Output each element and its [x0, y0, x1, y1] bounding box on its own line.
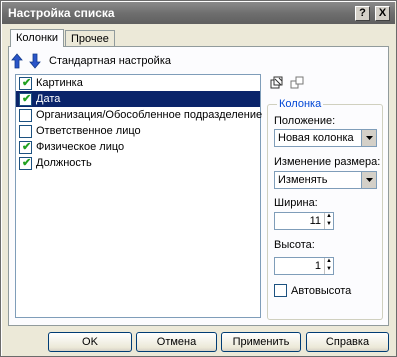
title-bar: Настройка списка ? X: [2, 2, 395, 24]
checkbox[interactable]: ✔: [19, 140, 32, 154]
list-item[interactable]: ✔ Физическое лицо: [16, 139, 260, 155]
list-item[interactable]: Организация/Обособленное подразделение: [16, 107, 263, 123]
position-select[interactable]: Новая колонка: [274, 129, 377, 147]
group-columns-icon[interactable]: [270, 76, 284, 90]
autoheight-option[interactable]: Автовысота: [274, 284, 351, 297]
height-value: 1: [314, 260, 321, 272]
list-item-label: Организация/Обособленное подразделение: [36, 109, 263, 121]
apply-button[interactable]: Применить: [221, 332, 301, 352]
list-item-label: Дата: [36, 93, 61, 105]
help-title-button[interactable]: ?: [355, 5, 370, 21]
height-stepper[interactable]: 1 ▲ ▼: [274, 257, 334, 275]
spin-arrows[interactable]: ▲ ▼: [324, 258, 333, 274]
check-mark-icon: ✔: [22, 140, 32, 153]
tab-strip: Колонки Прочее: [10, 29, 116, 47]
autoheight-checkbox[interactable]: [274, 284, 287, 297]
help-button[interactable]: Справка: [306, 332, 389, 352]
list-item-label: Ответственное лицо: [36, 125, 141, 137]
column-group-title: Колонка: [277, 98, 324, 110]
list-item-label: Должность: [36, 157, 92, 169]
tab-columns[interactable]: Колонки: [10, 29, 64, 47]
resize-label: Изменение размера:: [274, 156, 381, 168]
list-toolbar: Стандартная настройка: [9, 52, 171, 70]
settings-dialog: Настройка списка ? X Колонки Прочее Стан…: [0, 0, 397, 357]
list-item[interactable]: ✔ Картинка: [16, 75, 260, 91]
width-label: Ширина:: [274, 197, 318, 209]
resize-value: Изменять: [278, 174, 328, 186]
spin-down-icon[interactable]: ▼: [325, 221, 333, 229]
ungroup-columns-icon[interactable]: [290, 76, 304, 90]
list-item-label: Физическое лицо: [36, 141, 125, 153]
window-title: Настройка списка: [8, 6, 115, 20]
width-stepper[interactable]: 11 ▲ ▼: [274, 212, 334, 230]
check-mark-icon: ✔: [22, 92, 32, 105]
list-item-label: Картинка: [36, 77, 83, 89]
checkbox[interactable]: [19, 124, 32, 138]
position-label: Положение:: [274, 115, 336, 127]
column-tools: [270, 76, 304, 90]
list-item[interactable]: ✔ Должность: [16, 155, 260, 171]
checkbox[interactable]: ✔: [19, 76, 32, 90]
checkbox[interactable]: ✔: [19, 92, 32, 106]
standard-settings-button[interactable]: Стандартная настройка: [49, 55, 171, 67]
cancel-button[interactable]: Отмена: [136, 332, 217, 352]
move-down-button[interactable]: [27, 53, 43, 69]
position-value: Новая колонка: [278, 132, 354, 144]
height-label: Высота:: [274, 239, 315, 251]
chevron-down-icon[interactable]: [361, 172, 376, 188]
checkbox[interactable]: [19, 108, 32, 122]
width-value: 11: [309, 215, 321, 227]
autoheight-label: Автовысота: [291, 284, 352, 297]
chevron-down-icon[interactable]: [361, 130, 376, 146]
arrow-down-icon: [29, 53, 41, 69]
list-item-selected[interactable]: ✔ Дата: [16, 91, 260, 107]
resize-select[interactable]: Изменять: [274, 171, 377, 189]
ok-button[interactable]: OK: [48, 332, 132, 352]
move-up-button[interactable]: [9, 53, 25, 69]
check-mark-icon: ✔: [22, 76, 32, 89]
checkbox[interactable]: ✔: [19, 156, 32, 170]
list-item[interactable]: Ответственное лицо: [16, 123, 260, 139]
spin-arrows[interactable]: ▲ ▼: [324, 213, 333, 229]
arrow-up-icon: [11, 53, 23, 69]
columns-list[interactable]: ✔ Картинка ✔ Дата Организация/Обособленн…: [15, 74, 263, 318]
spin-down-icon[interactable]: ▼: [325, 266, 333, 274]
check-mark-icon: ✔: [22, 156, 32, 169]
spin-up-icon[interactable]: ▲: [325, 213, 333, 221]
tab-other[interactable]: Прочее: [64, 30, 115, 47]
spin-up-icon[interactable]: ▲: [325, 258, 333, 266]
close-button[interactable]: X: [375, 5, 390, 21]
